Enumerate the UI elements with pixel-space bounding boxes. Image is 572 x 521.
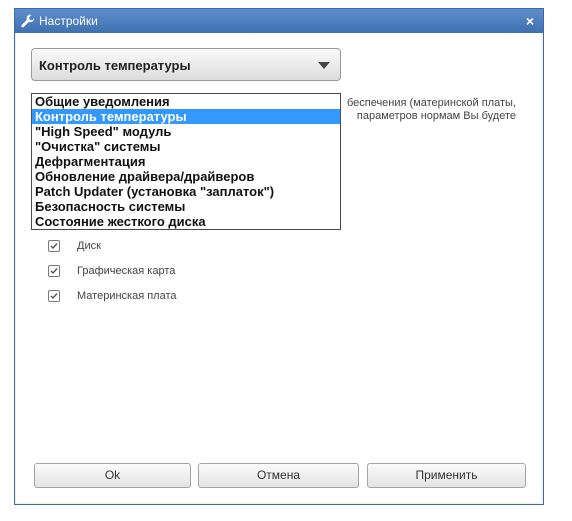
dropdown-option-general-notifications[interactable]: Общие уведомления bbox=[32, 94, 340, 109]
dropdown-option-system-security[interactable]: Безопасность системы bbox=[32, 199, 340, 214]
dialog-content: Контроль температуры беспечения (материн… bbox=[16, 33, 542, 503]
motherboard-label: Материнская плата bbox=[77, 290, 177, 302]
dropdown-option-cleanup[interactable]: "Очистка" системы bbox=[32, 139, 340, 154]
checkmark-icon bbox=[50, 243, 58, 250]
dropdown-option-patch-updater[interactable]: Patch Updater (установка "заплаток") bbox=[32, 184, 340, 199]
description-line-1: беспечения (материнской платы, bbox=[346, 97, 516, 109]
title-bar[interactable]: Настройки × bbox=[15, 9, 543, 33]
apply-button[interactable]: Применить bbox=[367, 463, 526, 488]
wrench-icon bbox=[20, 13, 36, 29]
dropdown-option-disk-health[interactable]: Состояние жесткого диска bbox=[32, 214, 340, 229]
window-title: Настройки bbox=[39, 14, 98, 28]
motherboard-checkbox[interactable] bbox=[48, 290, 60, 302]
description-line-2: параметров нормам Вы будете bbox=[356, 110, 516, 122]
close-button[interactable]: × bbox=[523, 9, 537, 33]
dropdown-option-high-speed[interactable]: "High Speed" модуль bbox=[32, 124, 340, 139]
chevron-down-icon bbox=[318, 62, 330, 69]
ok-button[interactable]: Ok bbox=[34, 463, 191, 488]
cancel-button[interactable]: Отмена bbox=[198, 463, 359, 488]
checkmark-icon bbox=[50, 268, 58, 275]
dropdown-option-driver-update[interactable]: Обновление драйвера/драйверов bbox=[32, 169, 340, 184]
disk-label: Диск bbox=[77, 240, 101, 252]
checkmark-icon bbox=[50, 293, 58, 300]
category-dropdown-list: Общие уведомления Контроль температуры "… bbox=[31, 93, 341, 230]
dropdown-option-temperature-control[interactable]: Контроль температуры bbox=[32, 109, 340, 124]
category-select-value: Контроль температуры bbox=[39, 58, 191, 73]
graphics-card-label: Графическая карта bbox=[77, 265, 176, 277]
disk-checkbox[interactable] bbox=[48, 240, 60, 252]
graphics-card-checkbox[interactable] bbox=[48, 265, 60, 277]
category-select[interactable]: Контроль температуры bbox=[31, 48, 341, 81]
description-text: беспечения (материнской платы, параметро… bbox=[316, 97, 516, 123]
settings-dialog: Настройки × Контроль температуры беспече… bbox=[14, 8, 544, 505]
dropdown-option-defragmentation[interactable]: Дефрагментация bbox=[32, 154, 340, 169]
